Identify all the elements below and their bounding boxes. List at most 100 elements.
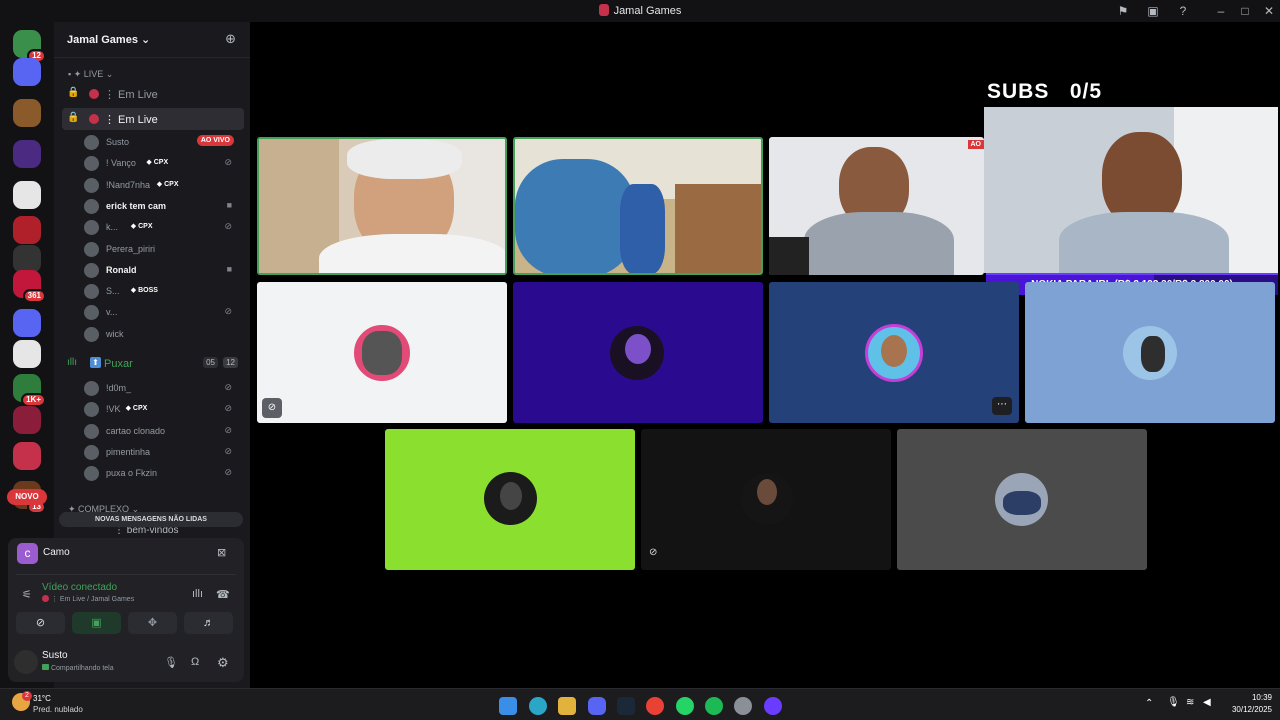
headphones-icon[interactable]: Ω [191,656,199,668]
server-icon-server-11[interactable]: 1K+ [13,374,46,407]
close-activity-icon[interactable]: ⊠ [217,546,226,559]
server-icon-trindade[interactable] [13,99,41,127]
video-tile-avatar-7[interactable] [897,429,1147,570]
video-tile-camera-3[interactable]: AO [769,137,984,275]
inbox-icon[interactable]: ⚑ [1115,3,1131,19]
soundboard-button[interactable]: ♬ [184,612,233,634]
minimize-button[interactable]: – [1213,3,1229,19]
category-live[interactable]: ▪ ✦ LIVE ⌄ [68,69,113,80]
voice-channel-label: ⋮ Em Live [104,89,158,101]
avatar [610,326,664,380]
unread-messages-banner[interactable]: NOVAS MENSAGENS NÃO LIDAS [59,512,243,527]
muted-icon: ⊘ [224,382,232,392]
voice-member[interactable]: k... ◆ CPX ⊘ [84,218,244,237]
discord-icon[interactable] [588,697,606,715]
voice-channel-em-live[interactable]: 🔒 ⋮ Em Live [62,83,244,105]
voice-channel-puxar[interactable]: ıllı ⬆ Puxar 05 12 [62,353,244,375]
mic-tray-icon[interactable]: 🎙 [1167,697,1180,708]
server-icon-vila-361[interactable]: 361 [13,270,46,303]
voice-status[interactable]: Vídeo conectado [42,582,117,593]
server-icon-server-1[interactable]: 12 [13,30,46,63]
voice-member[interactable]: Susto AO VIVO [84,133,244,152]
server-icon-777[interactable] [13,216,41,244]
video-tile-avatar-4[interactable] [1025,282,1275,423]
window-title: Jamal Games [0,4,1280,17]
video-tile-avatar-5[interactable] [385,429,635,570]
video-tile-avatar-1[interactable]: ⊘ [257,282,507,423]
voice-member[interactable]: puxa o Fkzin ⊘ [84,464,244,483]
settings-gear-icon[interactable]: ⚙ [217,655,229,671]
avatar [741,473,793,525]
server-icon-server-7[interactable] [13,245,41,273]
voice-member[interactable]: !d0m_ ⊘ [84,379,244,398]
video-tile-avatar-6[interactable]: ⊘ [641,429,891,570]
voice-member[interactable]: wick [84,325,244,344]
voice-member[interactable]: !Nand7nha ◆ CPX [84,176,244,195]
avatar[interactable] [14,650,38,674]
voice-member[interactable]: ! Vanço ◆ CPX ⊘ [84,154,244,173]
new-unreads-pill[interactable]: NOVO [7,489,47,505]
camera-off-button[interactable]: ⊘ [16,612,65,634]
voice-member[interactable]: erick tem cam ■ [84,197,244,216]
guild-header[interactable]: Jamal Games ⌄ ⊕ [54,22,250,58]
member-name: Perera_piriri [106,243,156,254]
server-icon-folder-2[interactable] [13,309,41,337]
activity-icon: c [17,543,38,564]
volume-icon[interactable]: ◀ [1203,697,1211,708]
muted-icon: ⊘ [224,221,232,232]
voice-member[interactable]: Ronald ■ [84,261,244,280]
my-username[interactable]: Susto [42,650,68,661]
member-name: Susto [106,137,130,147]
voice-member[interactable]: !VK ◆ CPX ⊘ [84,400,244,419]
avatar [995,473,1048,526]
voice-channel-em-live[interactable]: 🔒 ⋮ Em Live [62,108,244,130]
noise-suppression-icon[interactable]: ıllı [192,588,203,600]
server-icon-server-5[interactable] [13,181,41,209]
app-icon[interactable] [734,697,752,715]
maximize-button[interactable]: □ [1237,3,1253,19]
server-icon-server-4[interactable] [13,140,41,168]
server-icon-cmxd[interactable] [13,340,41,368]
help-icon[interactable]: ? [1175,3,1191,19]
close-button[interactable]: ✕ [1261,3,1277,19]
edge-icon[interactable] [529,697,547,715]
guild-name[interactable]: Jamal Games ⌄ [67,33,150,46]
my-status[interactable]: Compartilhando tela [42,664,114,672]
voice-member[interactable]: pimentinha ⊘ [84,443,244,462]
start-icon[interactable] [499,697,517,715]
screen-share-icon[interactable]: ▣ [1145,3,1161,19]
spotify-icon[interactable] [705,697,723,715]
chrome-icon[interactable] [646,697,664,715]
video-tile-avatar-3[interactable]: ⋯ [769,282,1019,423]
server-icon-server-13[interactable] [13,442,41,470]
weather-temp[interactable]: 31°C [33,694,51,703]
screen-share-button[interactable]: ▣ [72,612,121,634]
voice-location[interactable]: ⋮ Em Live / Jamal Games [42,595,134,603]
steam-icon[interactable] [617,697,635,715]
whatsapp-icon[interactable] [676,697,694,715]
file-explorer-icon[interactable] [558,697,576,715]
stream-video[interactable] [984,107,1278,273]
more-options-icon[interactable]: ⋯ [992,397,1012,415]
obs-icon[interactable] [764,697,782,715]
voice-member[interactable]: cartao clonado ⊘ [84,422,244,441]
server-icon-server-12[interactable] [13,406,41,434]
wifi-icon[interactable]: ≋ [1186,697,1194,708]
voice-member[interactable]: Perera_piriri [84,240,244,259]
connection-signal-icon[interactable]: ⚟ [22,588,32,601]
video-tile-camera-2[interactable] [513,137,763,275]
clock-date[interactable]: 30/12/2025 [1220,705,1272,714]
invite-people-icon[interactable]: ⊕ [225,31,236,47]
disconnect-icon[interactable]: ☎ [216,588,230,601]
activities-button[interactable]: ✥ [128,612,177,634]
live-badge: AO VIVO [196,135,234,146]
clock-time[interactable]: 10:39 [1226,693,1272,702]
video-tile-camera-1[interactable] [257,137,507,275]
voice-member[interactable]: v... ⊘ [84,303,244,322]
chevron-up-icon[interactable]: ⌃ [1145,698,1153,709]
voice-member[interactable]: S... ◆ BOSS [84,282,244,301]
server-icon-folder-1[interactable] [13,58,41,86]
microphone-icon[interactable]: 🎙 [164,656,178,669]
video-tile-avatar-2[interactable] [513,282,763,423]
weather-desc[interactable]: Pred. nublado [33,705,83,714]
